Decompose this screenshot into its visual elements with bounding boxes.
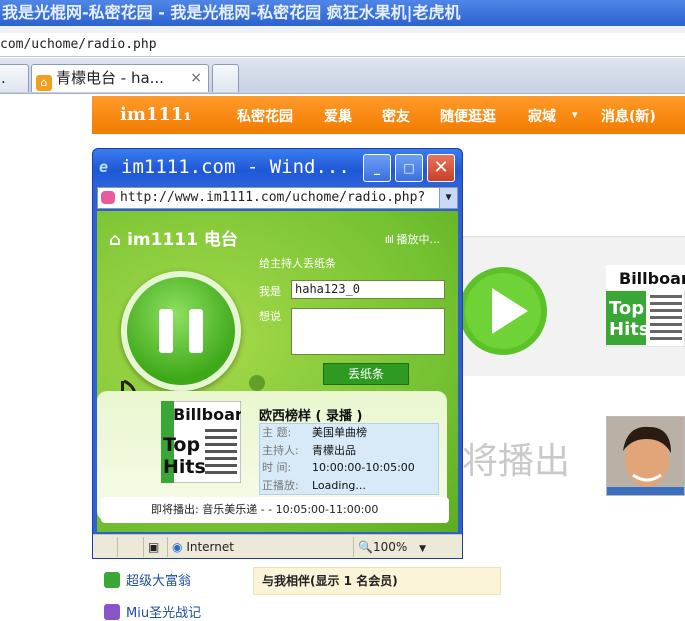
home-icon: ⌂ (109, 230, 122, 250)
site-logo[interactable]: im111₁ (120, 104, 191, 125)
detail-label: 正播放: (262, 478, 299, 492)
detail-row: 正播放: Loading... (260, 477, 438, 495)
popup-url-field[interactable]: http://www.im1111.com/uchome/radio.php? … (97, 187, 458, 209)
new-tab-button[interactable] (212, 64, 239, 92)
detail-row: 主持人: 青檬出品 (260, 442, 438, 460)
status-cell: ▣ (143, 537, 165, 557)
pause-button[interactable] (121, 271, 241, 391)
globe-icon: ◉ (172, 540, 183, 554)
zoom-dropdown-icon[interactable]: ▼ (419, 544, 426, 554)
detail-label: 主 题: (262, 426, 292, 439)
close-button[interactable]: ✕ (427, 154, 455, 182)
note-form-title: 给主持人丢纸条 (259, 257, 336, 270)
minimize-button[interactable]: _ (363, 154, 391, 182)
zone-label: Internet (186, 540, 234, 554)
detail-value: 美国单曲榜 (312, 426, 367, 439)
pause-icon (189, 309, 203, 353)
name-input[interactable]: haha123_0 (291, 280, 445, 299)
nav-item-garden[interactable]: 私密花园 (237, 106, 293, 126)
tab-radio-label: 青檬电台 - ha... (56, 69, 164, 87)
popup-url-text: http://www.im1111.com/uchome/radio.php? (120, 190, 426, 205)
browser-title-bar: 我是光棍网-私密花园 - 我是光棍网-私密花园 疯狂水果机|老虎机 (0, 0, 685, 26)
address-bar[interactable]: com/uchome/radio.php (0, 33, 685, 57)
upcoming-bg-text: 将播出 (462, 441, 571, 482)
nav-item-domain[interactable]: 寂域 (528, 106, 556, 126)
url-dropdown-icon[interactable]: ▼ (439, 188, 457, 208)
tab-close-icon[interactable]: × (190, 65, 202, 91)
tab-previous-label: . (1, 69, 6, 87)
popup-status-bar: ▣ ◉ Internet 🔍100% ▼ (93, 534, 462, 558)
svg-text:Billboard: Billboard (619, 269, 685, 288)
ie-icon: e (99, 158, 109, 176)
popup-window: e im1111.com - Wind... _ □ ✕ http://www.… (92, 148, 463, 559)
zoom-icon: 🔍 (358, 540, 373, 554)
avatar[interactable] (606, 416, 685, 496)
message-label: 想说 (259, 310, 281, 323)
radio-logo-label: im1111 电台 (127, 230, 238, 250)
tab-previous[interactable]: . (0, 64, 29, 92)
billboard-logo-small: Billboard Top Hits (161, 401, 241, 483)
zoom-control[interactable]: 🔍100% ▼ (353, 537, 433, 557)
detail-row: 时 间: 10:00:00-10:05:00 (260, 459, 438, 477)
link-super-monopoly-label: 超级大富翁 (126, 574, 192, 589)
svg-text:Top: Top (609, 298, 644, 319)
detail-label: 主持人: (262, 443, 299, 457)
zoom-label: 100% (372, 540, 408, 554)
playing-status: ılıl 播放中... (385, 231, 440, 247)
maximize-button[interactable]: □ (395, 154, 423, 182)
popup-title: im1111.com - Wind... (121, 156, 350, 178)
billboard-hits-label: Hits (163, 456, 206, 478)
playing-status-label: 播放中... (396, 233, 441, 246)
pause-icon (159, 309, 173, 353)
billboard-logo-large: Billboard Top Hits (606, 265, 685, 347)
svg-text:Hits: Hits (609, 319, 650, 340)
game-icon (104, 604, 120, 620)
detail-value: Loading... (312, 478, 366, 492)
message-textarea[interactable] (291, 308, 445, 355)
upcoming-program: 即将播出: 音乐美乐递 - - 10:05:00-11:00:00 (101, 497, 449, 523)
nav-item-messages[interactable]: 消息(新) (601, 106, 656, 126)
program-details: 主 题: 美国单曲榜 主持人: 青檬出品 时 间: 10:00:00-10:05:00… (259, 423, 439, 495)
nav-item-nest[interactable]: 爱巢 (324, 106, 352, 126)
radio-logo: ⌂ im1111 电台 (109, 225, 238, 250)
favicon-icon (101, 191, 115, 204)
nav-dropdown-icon[interactable]: ▾ (572, 108, 578, 121)
detail-value: 青檬出品 (312, 443, 356, 457)
nav-item-browse[interactable]: 随便逛逛 (440, 106, 496, 126)
name-label: 我是 (259, 285, 281, 298)
radio-player: ⌂ im1111 电台 ılıl 播放中... 给主持人丢纸条 我是 haha1… (97, 211, 458, 532)
billboard-top-text: Billboard (173, 405, 241, 424)
zone-cell: ◉ Internet (167, 537, 347, 557)
friends-box: 与我相伴(显示 1 名会员) (253, 567, 501, 595)
link-miu-game[interactable]: Miu圣光战记 (104, 602, 201, 621)
site-nav-bar: im111₁ 私密花园 爱巢 密友 随便逛逛 寂域 ▾ 消息(新) (92, 96, 685, 134)
detail-value: 10:00:00-10:05:00 (312, 461, 415, 474)
detail-label: 时 间: (262, 461, 292, 474)
tab-radio[interactable]: ⌂ 青檬电台 - ha... × (31, 64, 209, 92)
link-super-monopoly[interactable]: 超级大富翁 (104, 570, 191, 589)
detail-row: 主 题: 美国单曲榜 (260, 424, 438, 442)
signal-bars-icon: ılıl (384, 233, 394, 246)
status-cell (117, 537, 141, 557)
nav-item-friends[interactable]: 密友 (382, 106, 410, 126)
home-icon: ⌂ (36, 75, 52, 91)
billboard-top-label: Top (163, 434, 200, 456)
program-title: 欧西榜样 ( 录播 ) (259, 409, 363, 424)
play-icon[interactable] (458, 256, 548, 366)
throw-note-button[interactable]: 丢纸条 (323, 363, 409, 385)
game-icon (104, 572, 120, 588)
security-icon: ▣ (148, 540, 160, 554)
tab-strip: . ⌂ 青檬电台 - ha... × (0, 58, 685, 94)
